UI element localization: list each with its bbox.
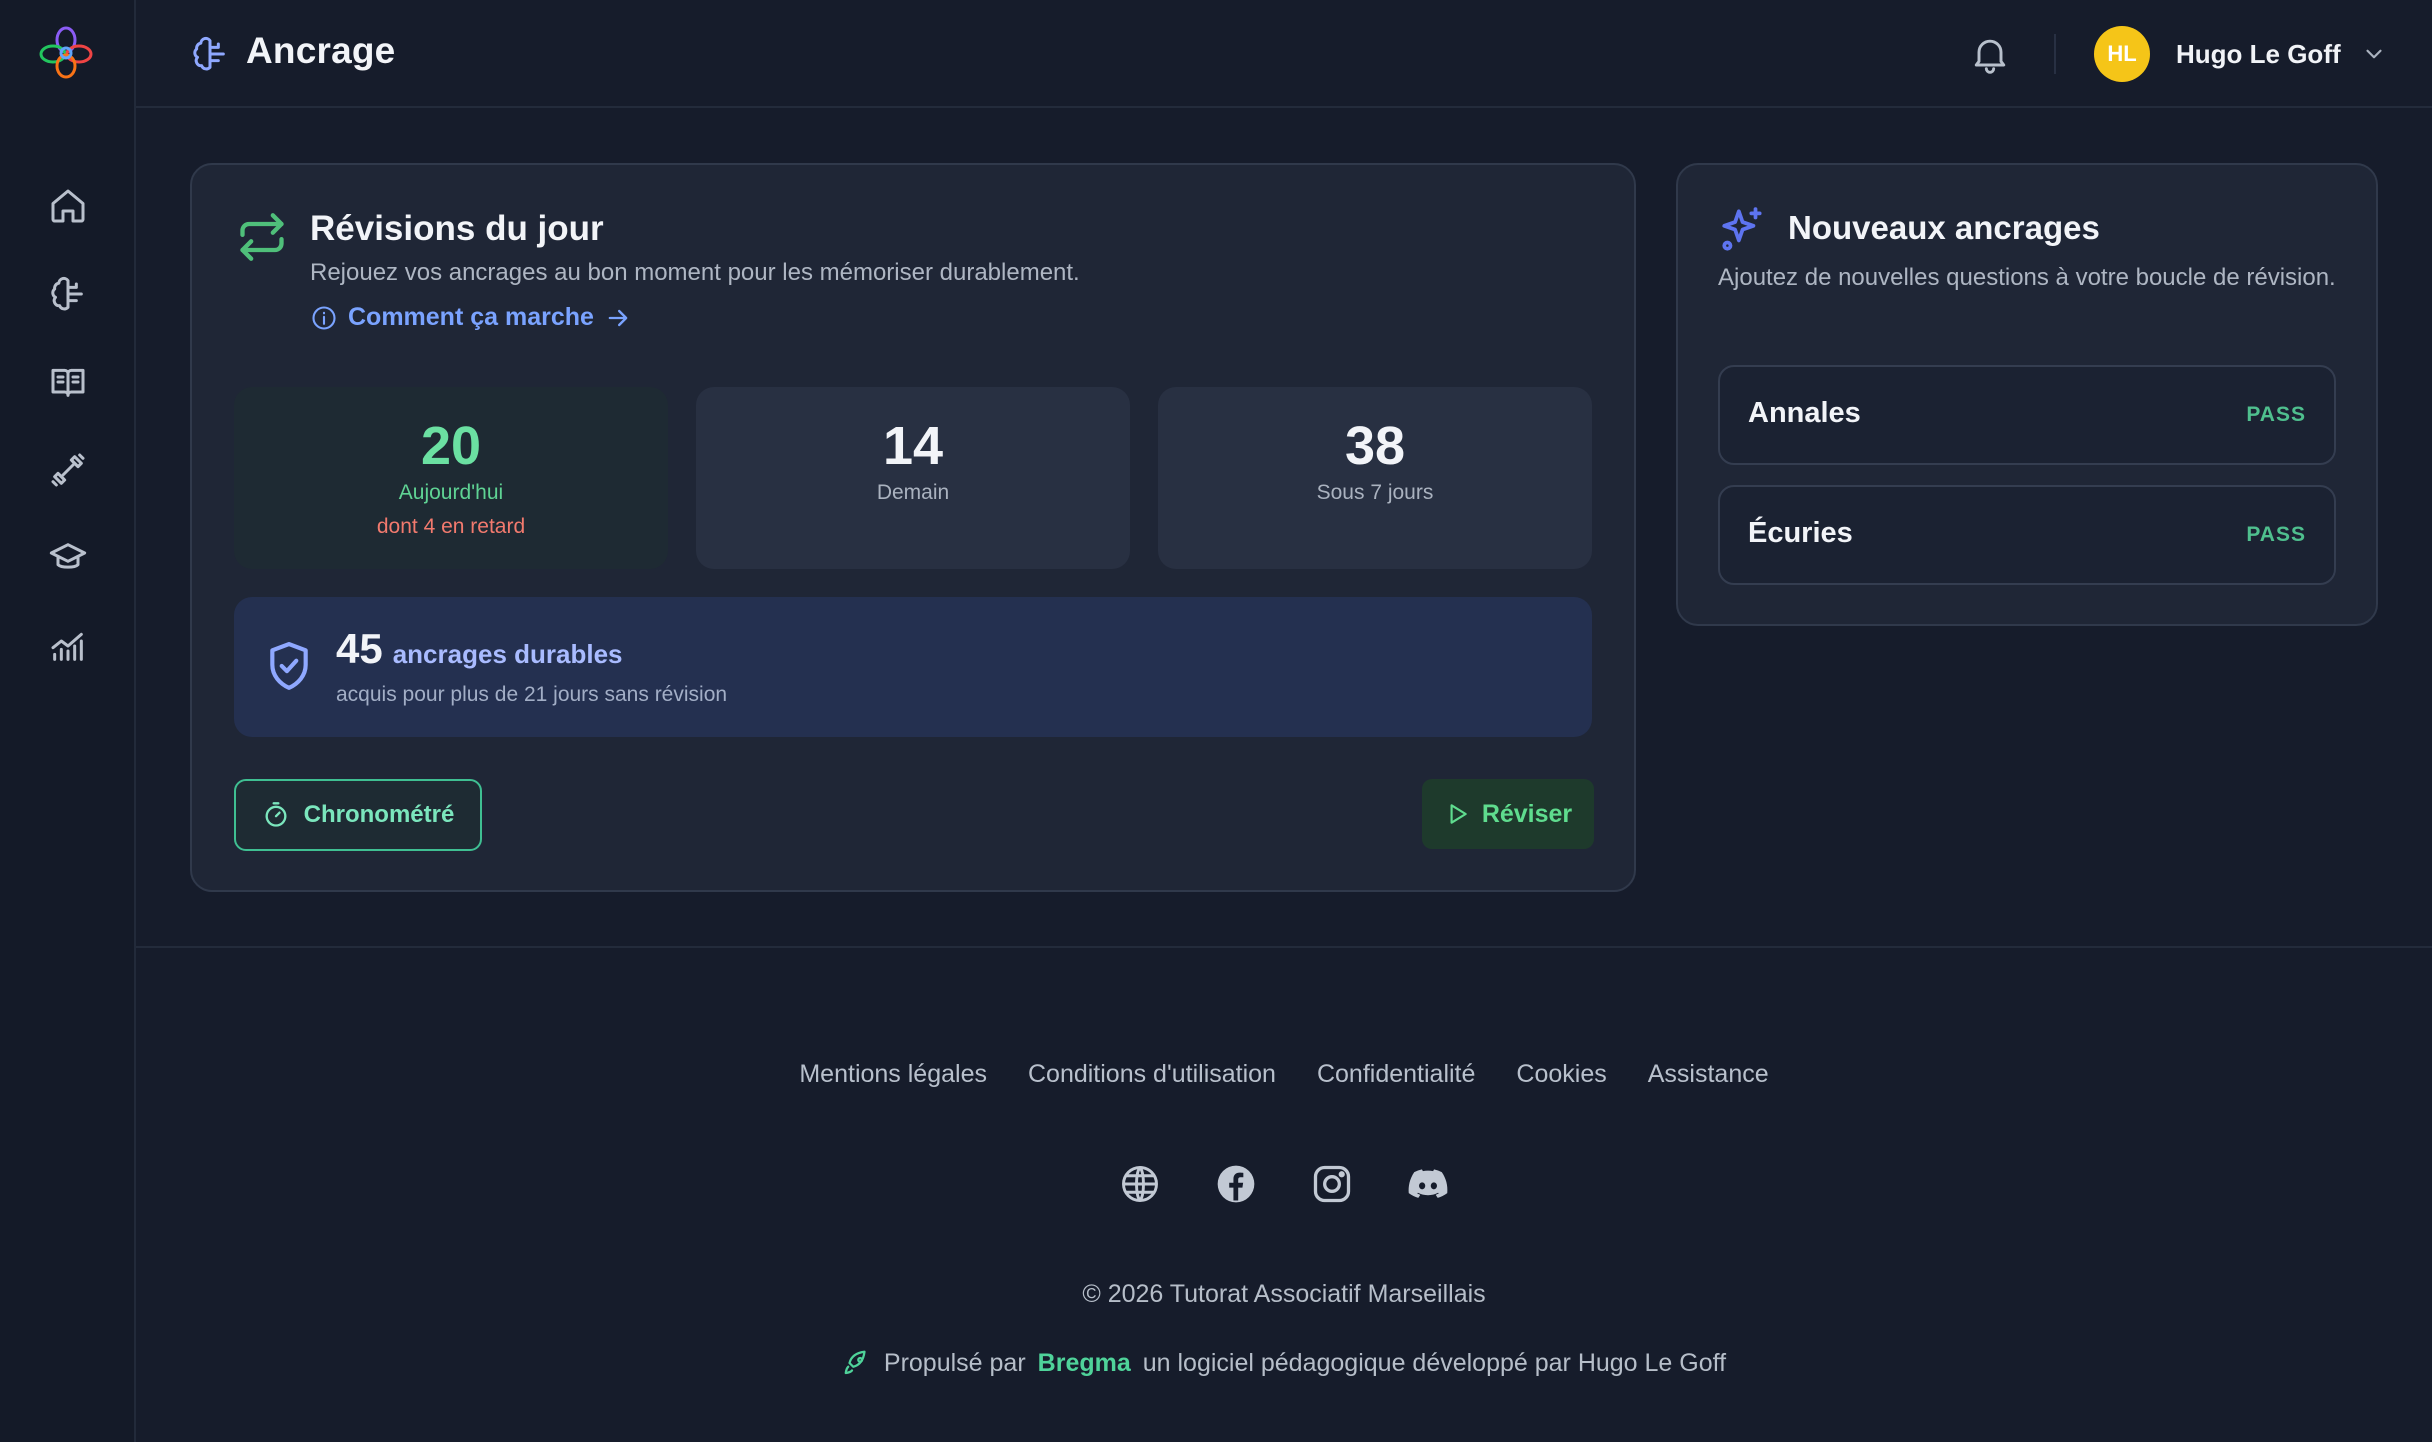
sparkles-icon <box>1722 207 1762 251</box>
brand-link[interactable]: Bregma <box>1038 1349 1131 1378</box>
sidebar-item-ancrage[interactable] <box>40 266 96 322</box>
new-anchors-subtitle: Ajoutez de nouvelles questions à votre b… <box>1718 264 2336 291</box>
deck-ecuries[interactable]: Écuries PASS <box>1718 485 2336 585</box>
home-icon <box>51 189 85 223</box>
deck-tag: PASS <box>2246 403 2306 426</box>
rocket-icon <box>844 1350 866 1375</box>
header-divider <box>2054 34 2056 74</box>
how-it-works-link[interactable]: Comment ça marche <box>310 303 632 332</box>
sidebar-item-courses[interactable] <box>40 530 96 586</box>
how-it-works-label: Comment ça marche <box>348 303 594 331</box>
app-root: Ancrage HL Hugo Le Goff Révisions du jou… <box>0 0 2432 1442</box>
user-name: Hugo Le Goff <box>2176 38 2341 69</box>
new-anchors-card: Nouveaux ancrages Ajoutez de nouvelles q… <box>1676 163 2378 626</box>
globe-icon[interactable] <box>1118 1162 1162 1206</box>
timed-mode-label: Chronométré <box>303 801 455 828</box>
deck-annales[interactable]: Annales PASS <box>1718 365 2336 465</box>
user-menu[interactable]: HL Hugo Le Goff <box>2094 26 2387 82</box>
review-button[interactable]: Réviser <box>1422 779 1594 849</box>
book-icon <box>51 368 85 397</box>
play-icon <box>1450 804 1467 824</box>
social-links <box>136 1162 2432 1206</box>
facebook-icon[interactable] <box>1214 1162 1258 1206</box>
footer-link-cookies[interactable]: Cookies <box>1516 1060 1606 1089</box>
stat-tomorrow: 14 Demain <box>696 387 1130 569</box>
footer-divider <box>136 946 2432 948</box>
chevron-down-icon <box>2366 49 2382 59</box>
stat-week-label: Sous 7 jours <box>1316 481 1434 504</box>
stat-today-value: 20 <box>420 416 482 476</box>
footer-link-privacy[interactable]: Confidentialité <box>1317 1060 1475 1089</box>
sidebar-item-library[interactable] <box>40 354 96 410</box>
card-subtitle: Rejouez vos ancrages au bon moment pour … <box>310 259 1080 286</box>
instagram-icon[interactable] <box>1310 1162 1354 1206</box>
card-title: Révisions du jour <box>310 209 604 248</box>
sidebar-item-stats[interactable] <box>40 618 96 674</box>
powered-prefix: Propulsé par <box>883 1348 1026 1377</box>
durable-anchors-panel: 45 ancrages durables acquis pour plus de… <box>234 597 1592 737</box>
shield-check-icon <box>270 641 308 690</box>
deck-name: Annales <box>1748 397 1861 429</box>
repeat-icon <box>240 213 284 261</box>
footer-link-legal[interactable]: Mentions légales <box>799 1060 987 1089</box>
copyright: © 2026 Tutorat Associatif Marseillais <box>1082 1280 1486 1308</box>
powered-suffix: un logiciel pédagogique développé par Hu… <box>1142 1348 1727 1377</box>
graduation-cap-icon <box>49 543 87 569</box>
chart-icon <box>51 632 83 661</box>
sidebar <box>0 0 136 1442</box>
stat-today: 20 Aujourd'hui dont 4 en retard <box>234 387 668 569</box>
footer-links: Mentions légales Conditions d'utilisatio… <box>136 1060 2432 1089</box>
stat-tomorrow-value: 14 <box>882 416 944 476</box>
app-logo-icon[interactable] <box>38 24 94 82</box>
bell-icon <box>1974 39 2006 74</box>
stat-today-late: dont 4 en retard <box>376 515 526 538</box>
arrow-right-icon <box>608 309 628 326</box>
durable-subtitle: acquis pour plus de 21 jours sans révisi… <box>336 683 728 706</box>
daily-reviews-card: Révisions du jour Rejouez vos ancrages a… <box>190 163 1636 892</box>
discord-icon[interactable] <box>1406 1162 1450 1206</box>
timed-mode-button[interactable]: Chronométré <box>234 779 482 851</box>
timer-icon <box>265 802 287 827</box>
powered-by: Propulsé par Bregma un logiciel pédagogi… <box>136 1348 2432 1378</box>
review-label: Réviser <box>1481 799 1573 828</box>
page-title: Ancrage <box>246 30 396 71</box>
stat-week-value: 38 <box>1344 416 1406 476</box>
sidebar-item-home[interactable] <box>40 178 96 234</box>
brain-icon <box>51 276 83 311</box>
deck-tag: PASS <box>2246 523 2306 546</box>
stat-today-label: Aujourd'hui <box>398 481 504 504</box>
dumbbell-icon <box>51 453 85 487</box>
deck-name: Écuries <box>1748 517 1853 549</box>
footer-link-support[interactable]: Assistance <box>1648 1060 1769 1089</box>
notifications-button[interactable] <box>1968 32 2012 76</box>
top-bar: Ancrage HL Hugo Le Goff <box>136 0 2432 108</box>
new-anchors-title: Nouveaux ancrages <box>1788 209 2100 246</box>
sidebar-item-training[interactable] <box>40 442 96 498</box>
info-icon <box>312 305 336 330</box>
durable-count: 45 <box>336 625 383 672</box>
brain-icon <box>193 36 225 71</box>
footer-link-terms[interactable]: Conditions d'utilisation <box>1028 1060 1276 1089</box>
stat-tomorrow-label: Demain <box>876 481 950 504</box>
avatar: HL <box>2094 26 2150 82</box>
stat-week: 38 Sous 7 jours <box>1158 387 1592 569</box>
durable-label: ancrages durables <box>392 639 623 669</box>
